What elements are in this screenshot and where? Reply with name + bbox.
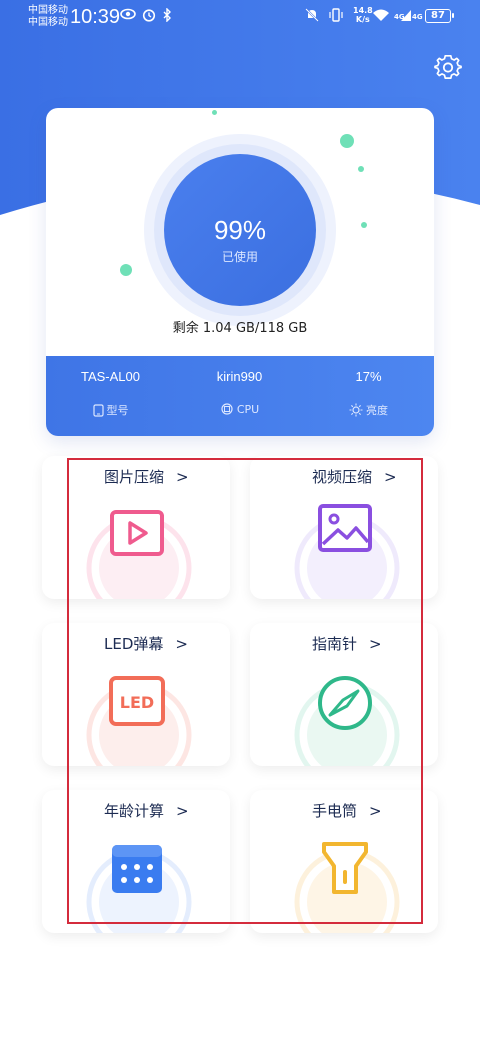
eye-icon: [120, 8, 136, 25]
decor-dot: [340, 134, 354, 148]
storage-used-label: 已使用: [221, 250, 258, 264]
stat-model-label: 型号: [106, 404, 129, 417]
stat-brightness-label: 亮度: [366, 404, 388, 417]
mute-icon: [305, 8, 319, 27]
battery-indicator: 87: [425, 9, 454, 23]
stat-brightness: 17% 亮度: [304, 356, 433, 436]
network-speed: 14.8 K/s: [353, 6, 373, 24]
phone-icon: [92, 404, 104, 417]
decor-dot: [120, 264, 132, 276]
bluetooth-icon: [162, 7, 172, 27]
signal-label-2: 4G: [412, 13, 423, 21]
stat-cpu: kirin990 CPU: [175, 356, 304, 436]
selection-highlight: [67, 458, 423, 924]
stat-cpu-label: CPU: [236, 403, 260, 416]
decor-dot: [358, 166, 364, 172]
storage-percent: 99%: [213, 215, 267, 245]
sun-icon: [349, 403, 363, 417]
carrier-names: 中国移动 中国移动: [28, 5, 68, 28]
storage-remaining: 剩余 1.04 GB/118 GB: [172, 321, 308, 336]
storage-ring: 99% 已使用: [140, 130, 340, 330]
chip-icon: [221, 403, 233, 415]
device-stats-bar: TAS-AL00 型号 kirin990 CPU 17% 亮度: [46, 356, 434, 436]
alarm-icon: [142, 8, 156, 27]
wifi-icon: [372, 8, 390, 27]
vibrate-icon: [328, 8, 344, 27]
stat-cpu-value: kirin990: [216, 369, 263, 384]
decor-dot: [361, 222, 367, 228]
stat-model-value: TAS-AL00: [80, 369, 140, 384]
status-time: 10:39: [70, 6, 121, 28]
decor-dot: [212, 110, 217, 115]
settings-gear-icon[interactable]: [434, 54, 462, 82]
storage-card: 99% 已使用 剩余 1.04 GB/118 GB TAS-AL00 型号 ki…: [46, 108, 434, 436]
stat-model: TAS-AL00 型号: [46, 356, 175, 436]
stat-brightness-value: 17%: [355, 369, 382, 384]
signal-bars-icon: [400, 8, 412, 27]
status-bar: 中国移动 中国移动 10:39 14.8 K/s 4G 4G 87: [0, 0, 480, 36]
